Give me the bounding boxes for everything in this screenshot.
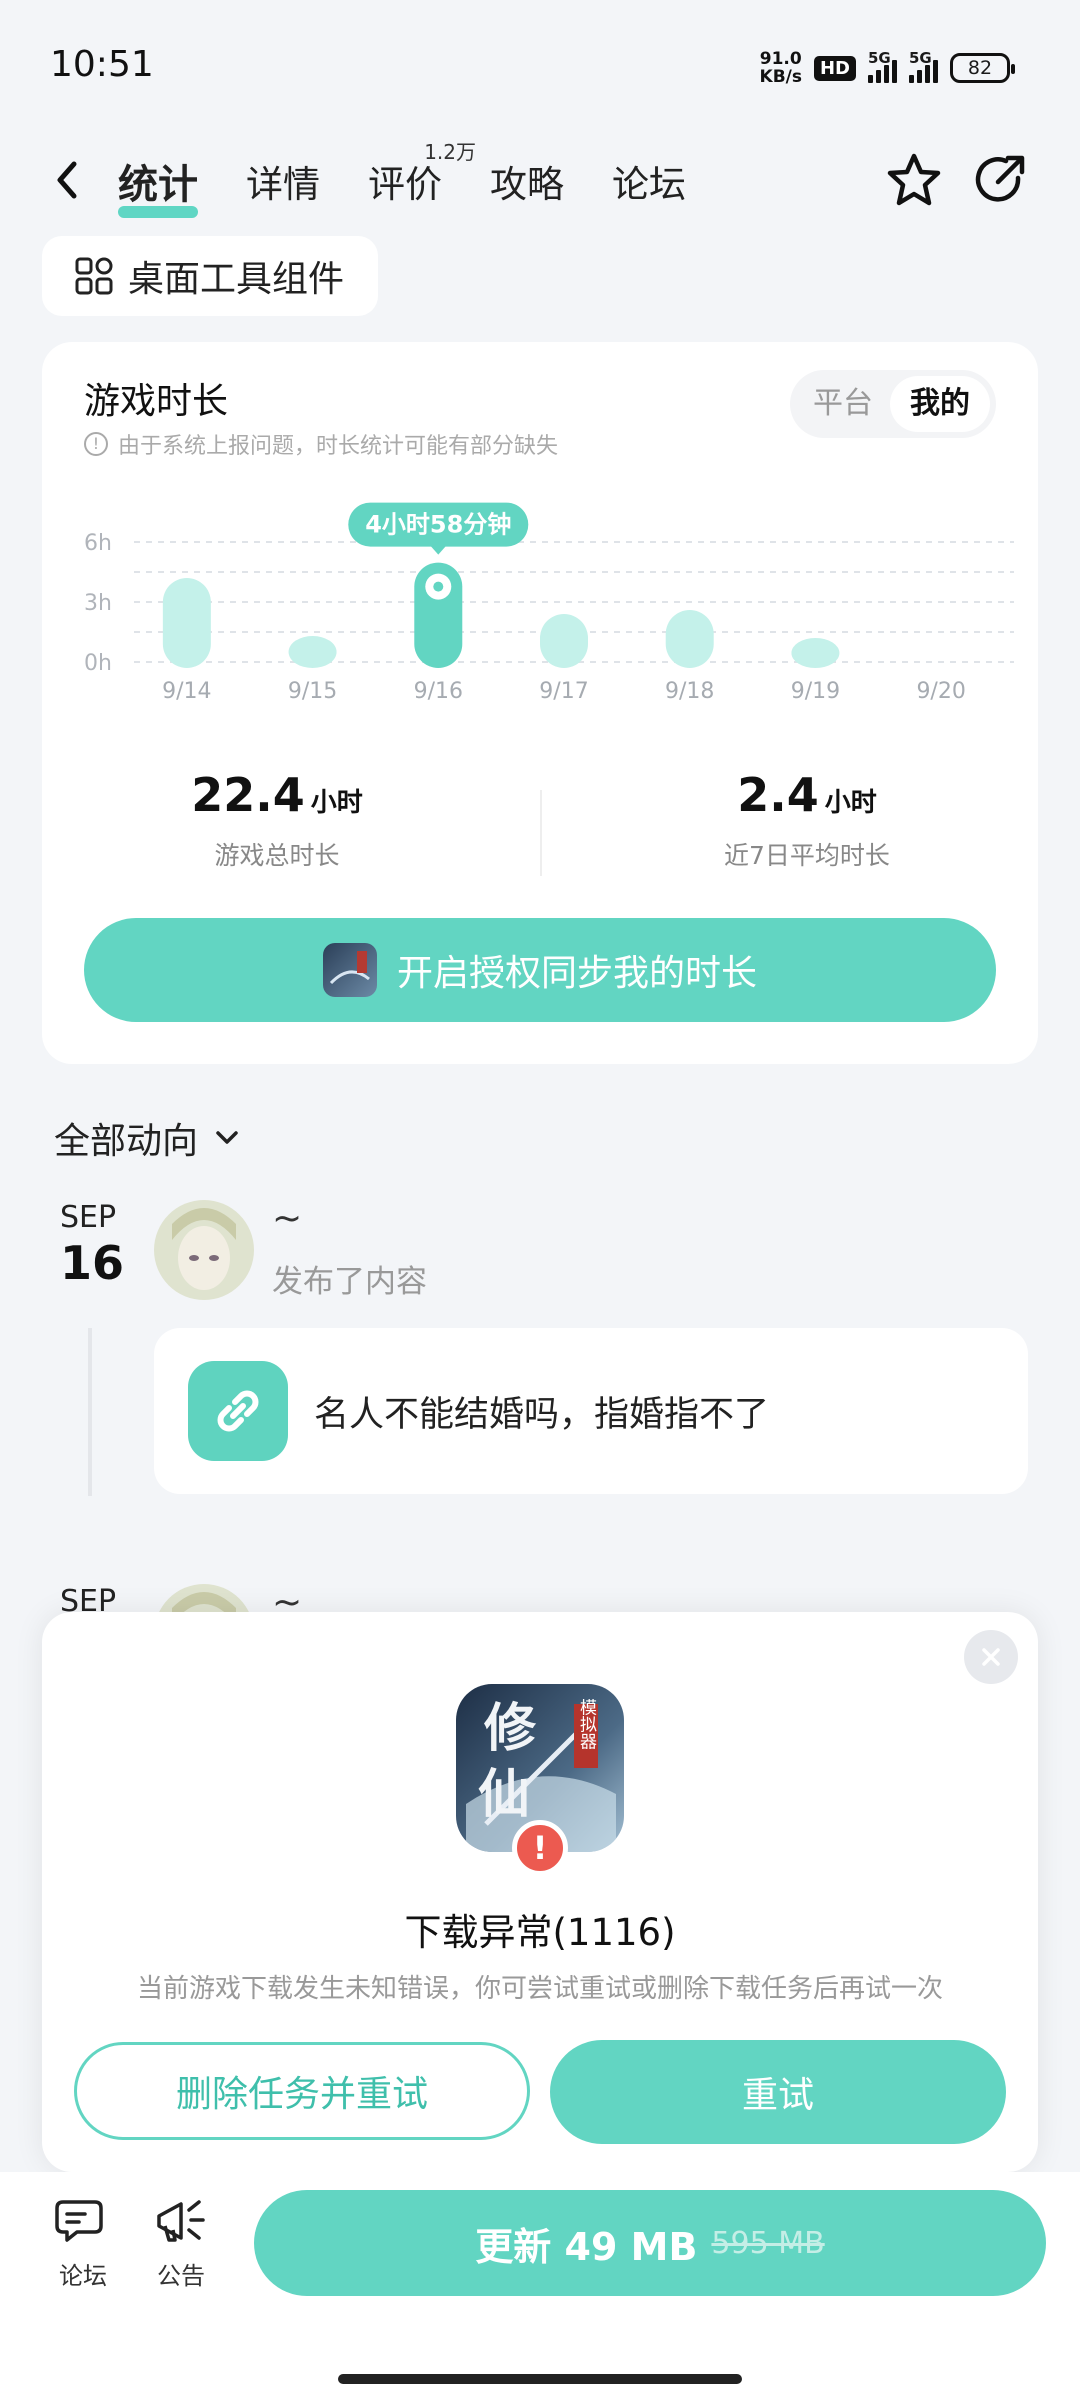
- post-username[interactable]: ~: [272, 1198, 302, 1239]
- svg-text:模拟器: 模拟器: [576, 1698, 597, 1749]
- chart-bar: [540, 614, 588, 668]
- home-indicator[interactable]: [338, 2374, 742, 2384]
- card-title: 游戏时长: [84, 381, 229, 422]
- status-time: 10:51: [50, 44, 154, 85]
- dialog-description: 当前游戏下载发生未知错误，你可尝试重试或删除下载任务后再试一次: [136, 1974, 943, 2004]
- signal-icon: 5G: [868, 49, 897, 83]
- x-tick-label: 9/19: [791, 679, 840, 704]
- chart-tooltip-arrow: [430, 545, 447, 555]
- playtime-card: 游戏时长 ! 由于系统上报问题，时长统计可能有部分缺失 平台 我的 0h 3h 6h…: [42, 342, 1038, 1064]
- svg-text:修: 修: [484, 1698, 537, 1759]
- link-icon: [188, 1361, 288, 1461]
- star-icon: [887, 153, 941, 206]
- chart-bar: [288, 636, 337, 668]
- post-card[interactable]: 名人不能结婚吗，指婚指不了: [154, 1328, 1028, 1494]
- error-icon: !: [512, 1820, 568, 1876]
- status-indicators: 91.0 KB/s HD 5G 5G 82: [759, 49, 1015, 87]
- highlight-marker-dot: [433, 581, 444, 592]
- timeline-line: [88, 1328, 92, 1496]
- delete-and-retry-button[interactable]: 删除任务并重试: [74, 2042, 530, 2140]
- x-tick-label: 9/16: [414, 679, 463, 704]
- tab-reviews[interactable]: 评价 1.2万: [368, 140, 476, 212]
- old-size: 595 MB: [711, 2225, 825, 2261]
- tab-stats[interactable]: 统计: [118, 152, 198, 218]
- avg-playtime: 2.4 小时 近7日平均时长: [724, 768, 890, 870]
- chart-bar: [791, 638, 840, 668]
- battery-icon: 82: [950, 53, 1015, 83]
- dialog-title: 下载异常(1116): [404, 1911, 676, 1954]
- net-speed: 91.0 KB/s: [759, 49, 802, 87]
- sync-playtime-button[interactable]: 开启授权同步我的时长: [84, 918, 996, 1022]
- toggle-platform[interactable]: 平台: [796, 376, 890, 432]
- close-button[interactable]: [964, 1630, 1018, 1684]
- desktop-widget-button[interactable]: 桌面工具组件: [42, 236, 378, 316]
- update-button[interactable]: 更新 49 MB 595 MB: [254, 2190, 1046, 2296]
- share-icon: [975, 155, 1025, 202]
- tab-details[interactable]: 详情: [246, 154, 320, 212]
- forum-button[interactable]: 论坛: [38, 2196, 128, 2291]
- megaphone-icon: [157, 2200, 205, 2242]
- favorite-button[interactable]: [882, 148, 946, 212]
- status-bar: 10:51 91.0 KB/s HD 5G 5G 82: [0, 0, 1080, 140]
- y-tick-label: 0h: [84, 651, 112, 676]
- chat-bubble-icon: [55, 2200, 103, 2242]
- card-hint: ! 由于系统上报问题，时长统计可能有部分缺失: [84, 428, 558, 460]
- game-icon: [322, 943, 377, 997]
- back-icon: [57, 161, 77, 199]
- back-button[interactable]: [40, 150, 100, 210]
- post-action: 发布了内容: [272, 1264, 427, 1300]
- chart-bar: [665, 610, 714, 668]
- avatar[interactable]: [154, 1200, 254, 1300]
- retry-button[interactable]: 重试: [550, 2040, 1006, 2144]
- chart-bar: [162, 578, 211, 668]
- x-tick-label: 9/17: [539, 679, 588, 704]
- scope-toggle: 平台 我的: [790, 370, 996, 438]
- chart-tooltip-label: 4小时58分钟: [365, 511, 511, 539]
- total-playtime: 22.4 小时 游戏总时长: [191, 768, 363, 870]
- download-error-dialog: 修 仙 模拟器 ! 下载异常(1116) 当前游戏下载发生未知错误，你可尝试重试…: [42, 1612, 1038, 2172]
- info-icon: !: [84, 432, 108, 456]
- bottom-bar: 论坛 公告 更新 49 MB 595 MB: [0, 2172, 1080, 2400]
- y-tick-label: 3h: [84, 591, 112, 616]
- close-icon: [982, 1648, 1000, 1666]
- stat-divider: [540, 790, 542, 876]
- share-button[interactable]: [968, 148, 1032, 212]
- chevron-down-icon: [216, 1131, 238, 1144]
- x-tick-label: 9/15: [288, 679, 337, 704]
- review-count-badge: 1.2万: [424, 140, 476, 164]
- y-tick-label: 6h: [84, 531, 112, 556]
- svg-text:仙: 仙: [478, 1764, 530, 1825]
- toggle-mine[interactable]: 我的: [890, 376, 990, 432]
- x-tick-label: 9/14: [162, 679, 211, 704]
- post-day: 16: [60, 1236, 125, 1290]
- post-text: 名人不能结婚吗，指婚指不了: [314, 1394, 770, 1435]
- grid-icon: [75, 257, 113, 295]
- signal-icon-2: 5G: [909, 49, 938, 83]
- tab-guides[interactable]: 攻略: [490, 154, 564, 212]
- playtime-chart: 0h 3h 6h 9/14 9/15 9/16 4小时58分钟 9/17 9/18 9/19 9/2…: [84, 502, 1014, 704]
- tab-forum[interactable]: 论坛: [612, 154, 686, 212]
- hd-icon: HD: [813, 55, 856, 81]
- tab-bar: 统计 详情 评价 1.2万 攻略 论坛: [118, 140, 734, 218]
- notice-button[interactable]: 公告: [136, 2196, 226, 2291]
- feed-filter-dropdown[interactable]: 全部动向: [54, 1112, 242, 1164]
- x-tick-label: 9/18: [665, 679, 714, 704]
- top-nav: 统计 详情 评价 1.2万 攻略 论坛: [0, 130, 1080, 230]
- x-tick-label: 9/20: [916, 679, 965, 704]
- post-month: SEP: [60, 1200, 117, 1235]
